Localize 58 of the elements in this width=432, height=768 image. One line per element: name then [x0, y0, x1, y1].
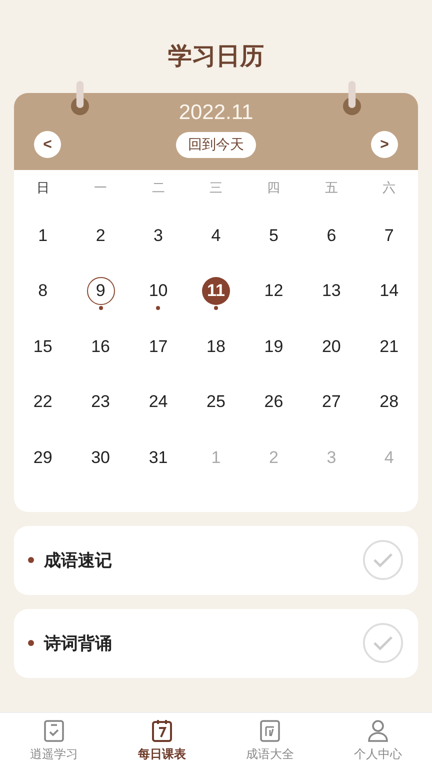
day-number[interactable]: 19: [260, 332, 288, 361]
tab-item[interactable]: 成语大全: [216, 713, 324, 768]
day-number[interactable]: 11: [202, 277, 230, 306]
day-number[interactable]: 16: [86, 332, 115, 361]
weekday-label: 六: [382, 180, 397, 198]
back-to-today-button[interactable]: 回到今天: [176, 132, 256, 158]
day-number[interactable]: 3: [144, 222, 172, 250]
day-number[interactable]: 14: [375, 277, 404, 306]
day-number[interactable]: 4: [202, 222, 230, 250]
day-number[interactable]: 12: [260, 277, 288, 306]
day-number[interactable]: 23: [86, 388, 115, 416]
bullet-icon: [28, 557, 34, 563]
day-number[interactable]: 20: [317, 332, 346, 361]
weekday-label: 一: [93, 180, 108, 198]
weekday-label: 四: [266, 180, 282, 198]
tab-item[interactable]: 个人中心: [324, 713, 432, 768]
bullet-icon: [28, 640, 34, 646]
day-number[interactable]: 9: [86, 277, 115, 306]
day-number[interactable]: 13: [317, 277, 346, 306]
day-number[interactable]: 26: [260, 388, 288, 416]
day-number[interactable]: 7: [375, 222, 404, 250]
tab-item[interactable]: 逍遥学习: [0, 713, 108, 768]
tab-item[interactable]: 每日课表: [108, 713, 216, 768]
day-number[interactable]: 28: [375, 388, 404, 416]
day-number[interactable]: 22: [28, 388, 57, 416]
day-number[interactable]: 21: [375, 332, 404, 361]
weekday-label: 三: [208, 180, 224, 198]
weekday-label: 二: [150, 180, 166, 198]
day-number[interactable]: 15: [28, 332, 57, 361]
page-title: 学习日历: [167, 41, 265, 72]
day-number[interactable]: 6: [317, 222, 346, 250]
check-icon[interactable]: [362, 539, 404, 581]
weekday-label: 五: [324, 180, 339, 198]
day-number[interactable]: 18: [202, 332, 230, 361]
day-number[interactable]: 8: [28, 277, 57, 306]
day-number[interactable]: 1: [28, 222, 57, 250]
weekday-label: 日: [35, 180, 50, 198]
day-number[interactable]: 10: [144, 277, 172, 306]
person-icon: [366, 718, 390, 742]
checklist-icon: [42, 718, 66, 742]
day-number[interactable]: 25: [202, 388, 230, 416]
day-number[interactable]: 17: [144, 332, 172, 361]
task-label: 成语速记: [44, 550, 113, 572]
previous-month-button[interactable]: <: [34, 131, 61, 158]
task-card[interactable]: 成语速记: [14, 526, 418, 594]
day-number[interactable]: 2: [86, 222, 115, 250]
task-card[interactable]: 诗词背诵: [14, 608, 418, 678]
next-month-button[interactable]: >: [371, 131, 398, 158]
day-number[interactable]: 30: [86, 444, 115, 472]
task-label: 诗词背诵: [44, 632, 113, 654]
check-icon[interactable]: [362, 622, 404, 664]
day-number[interactable]: 24: [144, 388, 172, 416]
day-number[interactable]: 29: [28, 444, 57, 472]
day-number[interactable]: 31: [144, 444, 172, 472]
day-number[interactable]: 27: [317, 388, 346, 416]
calendar-icon: [150, 718, 174, 742]
day-number[interactable]: 5: [260, 222, 288, 250]
month-label: 2022.11: [178, 100, 254, 126]
